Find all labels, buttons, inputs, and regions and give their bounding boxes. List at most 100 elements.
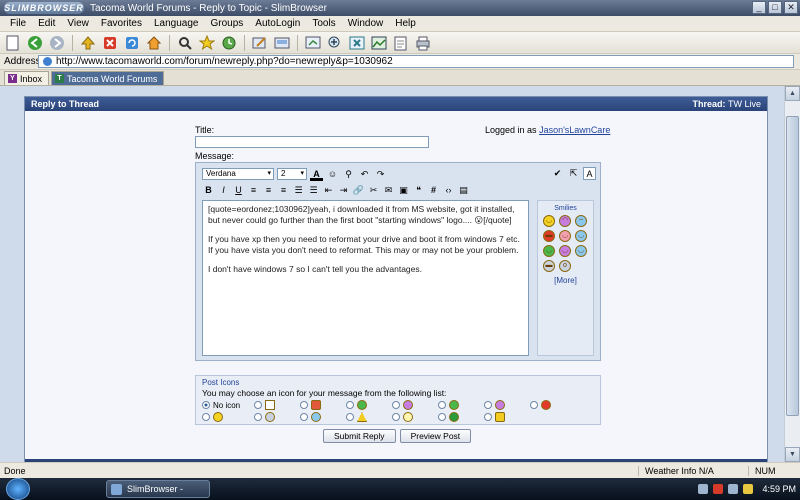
post-icon-option[interactable] [392, 412, 438, 422]
menu-window[interactable]: Window [342, 18, 390, 29]
preview-post-button[interactable]: Preview Post [399, 429, 472, 443]
outdent-icon[interactable]: ⇤ [322, 184, 335, 197]
underline-icon[interactable]: U [232, 184, 245, 197]
radio-button[interactable] [392, 401, 400, 409]
shrink-icon[interactable]: ⇱ [567, 167, 580, 180]
font-select[interactable]: Verdana [202, 168, 274, 180]
submit-reply-button[interactable]: Submit Reply [323, 429, 396, 443]
minimize-button[interactable]: _ [752, 1, 766, 14]
switch-mode-icon[interactable]: A [583, 167, 596, 180]
quote-icon[interactable]: ❝ [412, 184, 425, 197]
radio-button[interactable] [202, 413, 210, 421]
zoom-icon[interactable] [304, 34, 322, 52]
scroll-down-arrow-icon[interactable]: ▼ [785, 447, 800, 462]
link-icon[interactable]: 🔗 [352, 184, 365, 197]
radio-button[interactable] [392, 413, 400, 421]
back-icon[interactable] [26, 34, 44, 52]
close-all-icon[interactable] [348, 34, 366, 52]
indent-icon[interactable]: ⇥ [337, 184, 350, 197]
smiley-menu-icon[interactable]: ☺ [326, 168, 339, 181]
tab-tacoma-world[interactable]: T Tacoma World Forums [51, 71, 165, 85]
redo-icon[interactable]: ↷ [374, 168, 387, 181]
insert-image-icon[interactable]: ▣ [397, 184, 410, 197]
ordered-list-icon[interactable]: ☰ [292, 184, 305, 197]
menu-help[interactable]: Help [389, 18, 422, 29]
radio-button[interactable] [484, 413, 492, 421]
home-icon[interactable] [145, 34, 163, 52]
radio-button[interactable] [346, 413, 354, 421]
radio-button[interactable] [438, 401, 446, 409]
post-icon-option[interactable] [254, 412, 300, 422]
embarrassed-icon[interactable]: ◡ [559, 230, 571, 242]
align-right-icon[interactable]: ≡ [277, 184, 290, 197]
save-icon[interactable] [273, 34, 291, 52]
code-icon[interactable]: ‹› [442, 184, 455, 197]
radio-button[interactable] [484, 401, 492, 409]
message-textarea[interactable]: [quote=eordonez;1030962]yeah, i download… [202, 200, 529, 356]
radio-button[interactable] [254, 401, 262, 409]
print-icon[interactable] [414, 34, 432, 52]
wink-icon[interactable]: ◡ [575, 230, 587, 242]
scrollbar-thumb[interactable] [786, 116, 799, 416]
tongue-icon[interactable]: ◡ [543, 245, 555, 257]
post-icon-option[interactable] [438, 412, 484, 422]
email-icon[interactable]: ✉ [382, 184, 395, 197]
mad-icon[interactable]: ▬ [543, 230, 555, 242]
radio-button[interactable] [438, 413, 446, 421]
smile-icon[interactable]: ◡ [543, 215, 555, 227]
post-icon-option[interactable] [202, 412, 254, 422]
scroll-up-arrow-icon[interactable]: ▲ [785, 86, 800, 101]
forward-icon[interactable] [48, 34, 66, 52]
start-button-icon[interactable] [6, 478, 30, 500]
post-icon-option[interactable] [300, 400, 346, 410]
url-field[interactable]: http://www.tacomaworld.com/forum/newrepl… [38, 55, 794, 68]
more-smilies-link[interactable]: [More] [538, 276, 593, 285]
edit-icon[interactable] [251, 34, 269, 52]
radio-button[interactable] [202, 401, 210, 409]
menu-language[interactable]: Language [148, 18, 205, 29]
post-icon-option[interactable] [392, 400, 438, 410]
post-icon-option[interactable] [300, 412, 346, 422]
attach-icon[interactable]: ⚲ [342, 168, 355, 181]
frown-icon[interactable]: ◠ [559, 215, 571, 227]
close-button[interactable]: ✕ [784, 1, 798, 14]
tray-notification-icon[interactable] [743, 484, 754, 494]
unordered-list-icon[interactable]: ☰ [307, 184, 320, 197]
image-icon[interactable] [370, 34, 388, 52]
biggrin-icon[interactable]: ◡ [559, 245, 571, 257]
radio-button[interactable] [346, 401, 354, 409]
post-icon-option[interactable] [346, 400, 392, 410]
maximize-button[interactable]: □ [768, 1, 782, 14]
menu-groups[interactable]: Groups [204, 18, 249, 29]
tray-volume-icon[interactable] [728, 484, 739, 494]
menu-edit[interactable]: Edit [32, 18, 61, 29]
unlink-icon[interactable]: ✂ [367, 184, 380, 197]
title-input[interactable] [195, 136, 429, 148]
radio-button[interactable] [300, 413, 308, 421]
eek-icon[interactable]: o [559, 260, 571, 272]
undo-icon[interactable]: ↶ [358, 168, 371, 181]
php-icon[interactable]: ▤ [457, 184, 470, 197]
up-icon[interactable] [79, 34, 97, 52]
text-color-icon[interactable]: A [310, 168, 323, 181]
cool-icon[interactable]: ▬ [543, 260, 555, 272]
size-select[interactable]: 2 [277, 168, 307, 180]
radio-button[interactable] [254, 413, 262, 421]
post-icon-option[interactable] [346, 412, 392, 422]
menu-view[interactable]: View [61, 18, 95, 29]
history-icon[interactable] [220, 34, 238, 52]
italic-icon[interactable]: I [217, 184, 230, 197]
stop-icon[interactable] [101, 34, 119, 52]
spellcheck-icon[interactable]: ✔ [551, 167, 564, 180]
post-icon-option[interactable] [254, 400, 300, 410]
radio-button[interactable] [530, 401, 538, 409]
vertical-scrollbar[interactable]: ▲ ▼ [784, 86, 800, 462]
menu-autologin[interactable]: AutoLogin [249, 18, 306, 29]
username-link[interactable]: Jason'sLawnCare [539, 125, 610, 135]
menu-tools[interactable]: Tools [306, 18, 341, 29]
taskbar-item-slimbrowser[interactable]: SlimBrowser - Taco... [106, 480, 210, 498]
magnify-icon[interactable] [326, 34, 344, 52]
tab-inbox[interactable]: Y Inbox [4, 71, 50, 85]
taskbar-clock[interactable]: 4:59 PM [762, 484, 796, 494]
notes-icon[interactable] [392, 34, 410, 52]
